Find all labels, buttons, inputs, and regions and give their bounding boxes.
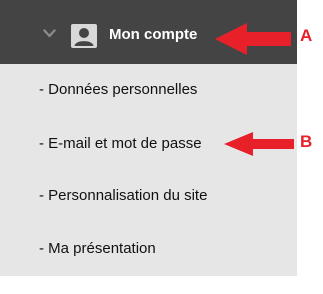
- chevron-down-icon[interactable]: [43, 29, 56, 38]
- menu-item-personnalisation[interactable]: - Personnalisation du site: [39, 186, 207, 206]
- annotation-arrow-b-icon: [224, 132, 294, 156]
- annotation-label-a: A: [300, 26, 313, 45]
- menu-item-ma-presentation[interactable]: - Ma présentation: [39, 239, 156, 259]
- menu-title[interactable]: Mon compte: [109, 25, 197, 45]
- annotation-arrow-a-icon: [215, 23, 291, 55]
- menu-item-donnees-personnelles[interactable]: - Données personnelles: [39, 80, 197, 100]
- user-avatar-icon: [71, 24, 97, 48]
- menu-item-email-mot-de-passe[interactable]: - E-mail et mot de passe: [39, 134, 202, 154]
- annotation-label-b: B: [300, 132, 313, 151]
